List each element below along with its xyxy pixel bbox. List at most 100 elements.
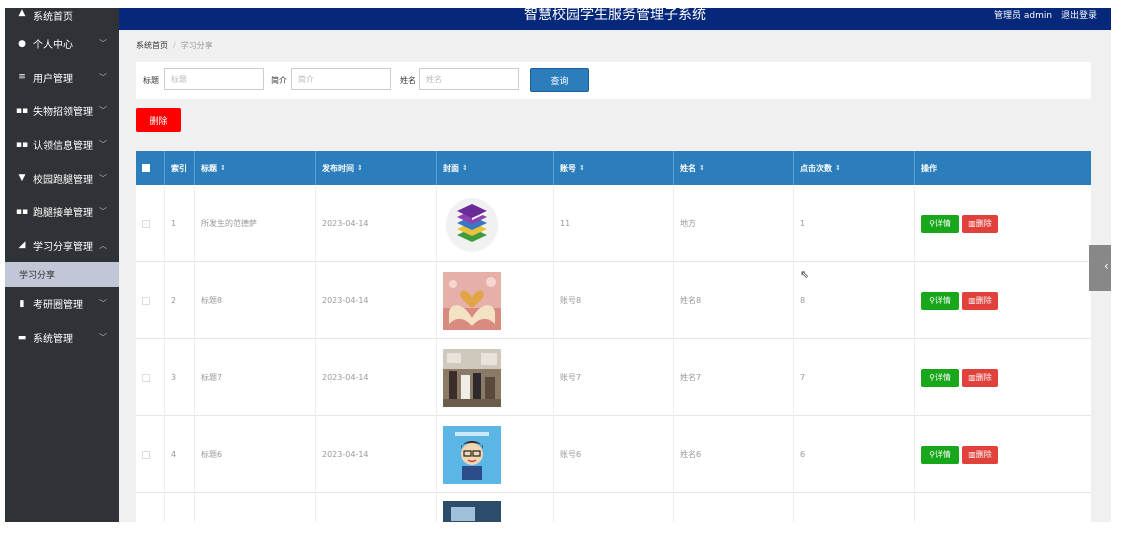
cell-actions: ⚲ 详情 ▥ 删除	[915, 339, 1091, 416]
cell-clicks: 6	[794, 416, 915, 493]
mouse-cursor-icon: ⇖	[800, 268, 810, 281]
chevron-down-icon: ﹀	[99, 207, 107, 217]
sidebar-item-system[interactable]: ▬ 系统管理 ﹀	[5, 321, 119, 355]
user-area: 管理员 admin 退出登录	[988, 8, 1097, 21]
chevron-down-icon: ﹀	[99, 333, 107, 343]
side-collapse-toggle[interactable]: ‹	[1089, 245, 1111, 291]
title-input[interactable]	[164, 68, 264, 90]
row-checkbox[interactable]	[142, 296, 150, 305]
sidebar-item-errand-orders[interactable]: ▪▪ 跑腿接单管理 ﹀	[5, 195, 119, 229]
row-delete-button[interactable]: ▥ 删除	[962, 214, 998, 233]
sort-icon[interactable]: ⇕	[462, 164, 468, 172]
cell-date	[316, 493, 437, 522]
breadcrumb-home[interactable]: 系统首页	[136, 41, 168, 50]
header-label: 姓名	[680, 163, 696, 173]
header-label: 索引	[171, 163, 187, 173]
sidebar-item-study-share[interactable]: ◢ 学习分享管理 ︿	[5, 229, 119, 263]
row-delete-button[interactable]: ▥ 删除	[962, 445, 998, 464]
logout-link[interactable]: 退出登录	[1061, 11, 1097, 21]
detail-label: 详情	[934, 296, 951, 305]
detail-button[interactable]: ⚲ 详情	[921, 368, 959, 387]
sidebar-item-kaoyan[interactable]: ▮ 考研圈管理 ﹀	[5, 287, 119, 321]
header-name[interactable]: 姓名 ⇕	[674, 151, 794, 185]
grid-icon: ▪▪	[15, 206, 29, 217]
sidebar-item-label: 认领信息管理	[33, 141, 93, 153]
sidebar-item-errand[interactable]: ▼ 校园跑腿管理 ﹀	[5, 161, 119, 195]
header-actions: 操作	[915, 151, 1091, 185]
delete-button[interactable]: 删除	[136, 108, 181, 132]
table-row: 4 标题6 2023-04-14 账号6 姓名6 6 ⚲ 详情 ▥ 删除	[136, 416, 1091, 493]
cell-date: 2023-04-14	[316, 416, 437, 493]
header-account[interactable]: 账号 ⇕	[554, 151, 674, 185]
intro-label: 简介	[271, 76, 287, 85]
header-title[interactable]: 标题 ⇕	[195, 151, 316, 185]
row-select-cell	[136, 262, 165, 339]
trash-icon: ▥	[968, 219, 976, 228]
table-row	[136, 493, 1091, 522]
sidebar-item-lost-found[interactable]: ▪▪ 失物招领管理 ﹀	[5, 94, 119, 128]
cell-cover	[437, 185, 554, 262]
cell-date: 2023-04-14	[316, 339, 437, 416]
sidebar-subitem-study-share[interactable]: 学习分享	[5, 262, 119, 288]
sidebar-item-label: 个人中心	[33, 40, 73, 52]
top-header: 智慧校园学生服务管理子系统 管理员 admin 退出登录	[119, 8, 1111, 30]
sort-icon[interactable]: ⇕	[579, 164, 585, 172]
row-checkbox[interactable]	[142, 219, 150, 228]
cell-title: 所发生的范德萨	[195, 185, 316, 262]
query-button[interactable]: 查询	[530, 68, 589, 92]
row-checkbox[interactable]	[142, 450, 150, 459]
row-select-cell	[136, 416, 165, 493]
sidebar-item-home[interactable]: ▲ 系统首页	[5, 8, 119, 27]
tag-icon: ▼	[18, 173, 26, 184]
sort-icon[interactable]: ⇕	[220, 164, 226, 172]
intro-input[interactable]	[291, 68, 391, 90]
cover-image-classroom[interactable]	[443, 348, 501, 407]
cell-index	[165, 493, 195, 522]
trash-icon: ▥	[968, 296, 976, 305]
cell-index: 1	[165, 185, 195, 262]
delete-label: 删除	[975, 219, 992, 228]
header-cover[interactable]: 封面 ⇕	[437, 151, 554, 185]
delete-label: 删除	[975, 450, 992, 459]
row-delete-button[interactable]: ▥ 删除	[962, 291, 998, 310]
user-icon: ●	[18, 38, 26, 49]
detail-button[interactable]: ⚲ 详情	[921, 291, 959, 310]
cell-index: 2	[165, 262, 195, 339]
sort-icon[interactable]: ⇕	[699, 164, 705, 172]
table-header: 索引 标题 ⇕ 发布时间 ⇕ 封面 ⇕ 账号 ⇕ 姓名 ⇕ 点击次数 ⇕ 操作	[136, 151, 1091, 185]
sidebar-item-label: 系统首页	[33, 12, 73, 23]
cell-name: 地方	[674, 185, 794, 262]
cover-image-partial[interactable]	[443, 501, 501, 522]
cell-title	[195, 493, 316, 522]
sort-icon[interactable]: ⇕	[357, 164, 363, 172]
row-select-cell	[136, 339, 165, 416]
row-select-cell	[136, 493, 165, 522]
cover-image-books[interactable]	[443, 195, 501, 253]
row-delete-button[interactable]: ▥ 删除	[962, 368, 998, 387]
sidebar-item-users[interactable]: ≡ 用户管理 ﹀	[5, 61, 119, 95]
sort-icon[interactable]: ⇕	[835, 164, 841, 172]
detail-button[interactable]: ⚲ 详情	[921, 214, 959, 233]
detail-button[interactable]: ⚲ 详情	[921, 445, 959, 464]
row-checkbox[interactable]	[142, 373, 150, 382]
cell-cover	[437, 416, 554, 493]
cell-account: 账号8	[554, 262, 674, 339]
cell-account: 11	[554, 185, 674, 262]
sidebar-item-personal[interactable]: ● 个人中心 ﹀	[5, 27, 119, 61]
cell-name: 姓名7	[674, 339, 794, 416]
delete-label: 删除	[975, 373, 992, 382]
cover-image-open-book[interactable]	[443, 271, 501, 330]
name-input[interactable]	[419, 68, 519, 90]
sidebar-item-label: 失物招领管理	[33, 107, 93, 119]
monitor-icon: ▬	[17, 332, 27, 343]
select-all-checkbox[interactable]	[142, 164, 150, 172]
list-icon: ≡	[18, 72, 26, 83]
cell-actions: ⚲ 详情 ▥ 删除	[915, 262, 1091, 339]
cell-account: 账号7	[554, 339, 674, 416]
cover-image-cartoon[interactable]	[443, 425, 501, 484]
sidebar-item-label: 学习分享管理	[33, 241, 93, 253]
header-clicks[interactable]: 点击次数 ⇕	[794, 151, 915, 185]
header-date[interactable]: 发布时间 ⇕	[316, 151, 437, 185]
sidebar-item-claim[interactable]: ▪▪ 认领信息管理 ﹀	[5, 128, 119, 162]
home-icon: ▲	[18, 8, 26, 18]
